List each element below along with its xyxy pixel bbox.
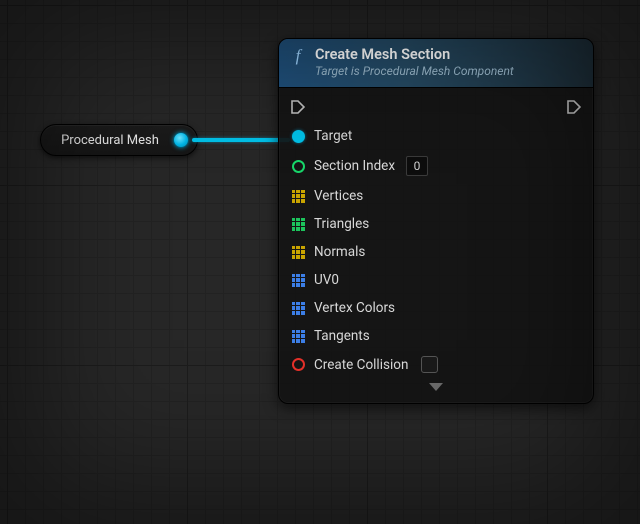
pin-label: UV0 — [314, 272, 339, 288]
int-pin-icon[interactable] — [292, 160, 305, 173]
pin-label: Vertex Colors — [314, 300, 395, 316]
array-pin-icon[interactable] — [292, 302, 305, 315]
pin-row-triangles[interactable]: Triangles — [291, 210, 581, 238]
object-pin-icon[interactable] — [292, 130, 305, 143]
pin-row-tangents[interactable]: Tangents — [291, 322, 581, 350]
node-subtitle: Target is Procedural Mesh Component — [315, 64, 514, 79]
wire-target — [192, 138, 290, 142]
array-pin-icon[interactable] — [292, 218, 305, 231]
pin-label: Tangents — [314, 328, 370, 344]
node-title: Create Mesh Section — [315, 46, 514, 64]
function-icon: f — [289, 48, 307, 66]
exec-pin-out[interactable] — [567, 100, 581, 114]
output-pin-object[interactable] — [173, 132, 189, 148]
node-body: Target Section Index 0 Vertices Triangle… — [279, 88, 593, 403]
pin-row-create-collision[interactable]: Create Collision — [291, 350, 581, 379]
node-create-mesh-section[interactable]: f Create Mesh Section Target is Procedur… — [278, 38, 594, 404]
variable-node-procedural-mesh[interactable]: Procedural Mesh — [40, 124, 198, 156]
variable-node-label: Procedural Mesh — [55, 133, 165, 148]
expand-node-button[interactable] — [291, 379, 581, 397]
pin-label: Triangles — [314, 216, 369, 232]
create-collision-checkbox[interactable] — [421, 356, 438, 373]
exec-pin-in[interactable] — [291, 100, 305, 114]
pin-row-uv0[interactable]: UV0 — [291, 266, 581, 294]
pin-row-normals[interactable]: Normals — [291, 238, 581, 266]
array-pin-icon[interactable] — [292, 190, 305, 203]
pin-label: Normals — [314, 244, 365, 260]
pin-row-vertices[interactable]: Vertices — [291, 182, 581, 210]
array-pin-icon[interactable] — [292, 274, 305, 287]
array-pin-icon[interactable] — [292, 330, 305, 343]
pin-label: Vertices — [314, 188, 363, 204]
section-index-input[interactable]: 0 — [406, 156, 428, 176]
pin-row-target[interactable]: Target — [291, 122, 581, 150]
pin-label: Create Collision — [314, 357, 408, 373]
pin-row-vertex-colors[interactable]: Vertex Colors — [291, 294, 581, 322]
array-pin-icon[interactable] — [292, 246, 305, 259]
pin-label: Target — [314, 128, 352, 144]
pin-label: Section Index — [314, 158, 395, 174]
chevron-down-icon — [429, 383, 443, 391]
node-header[interactable]: f Create Mesh Section Target is Procedur… — [279, 39, 593, 88]
pin-row-section-index[interactable]: Section Index 0 — [291, 150, 581, 182]
bool-pin-icon[interactable] — [292, 358, 305, 371]
